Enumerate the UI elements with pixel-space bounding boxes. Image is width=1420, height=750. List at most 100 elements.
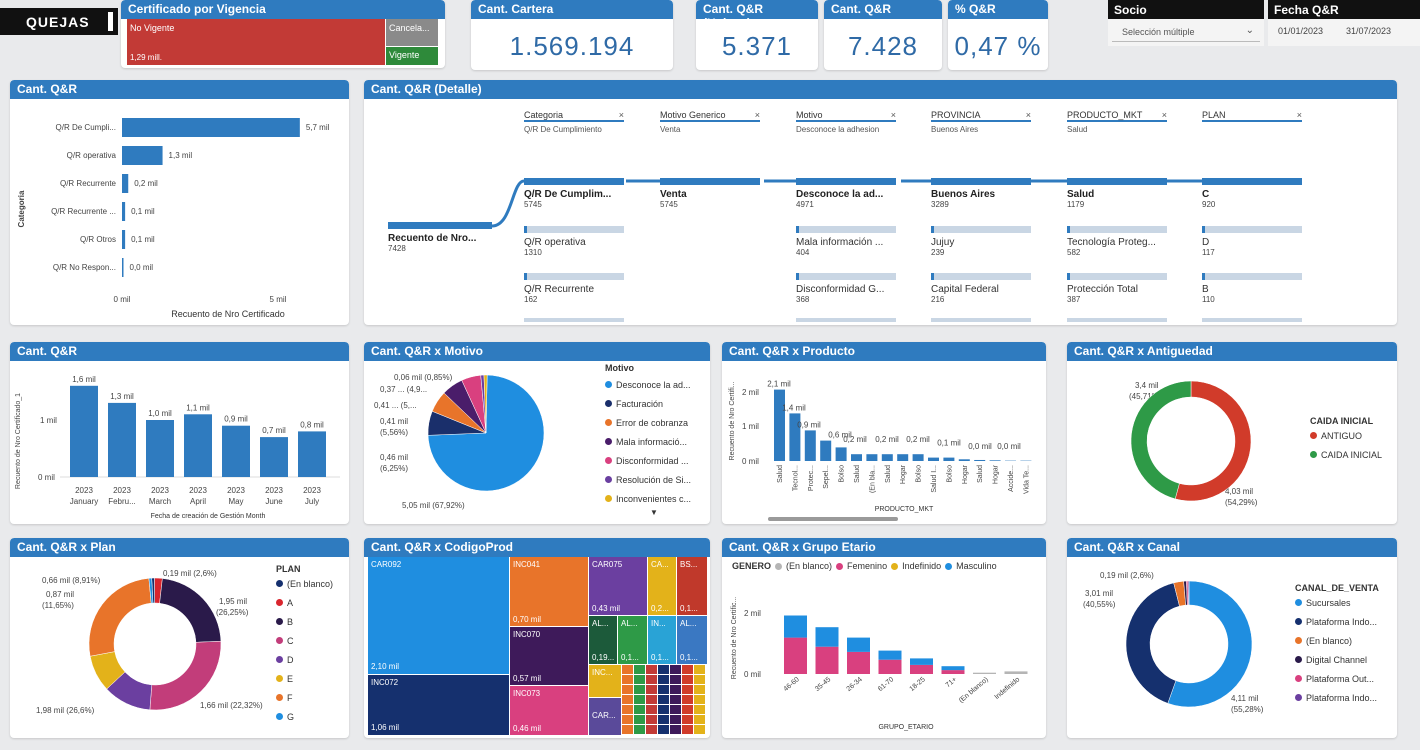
treemap-small-tile[interactable] xyxy=(670,685,681,694)
treemap-small-tile[interactable] xyxy=(622,665,633,674)
treemap-small-tile[interactable] xyxy=(646,675,657,684)
treemap-small-tile[interactable] xyxy=(634,705,645,714)
grupo-bar-segment[interactable] xyxy=(878,659,902,674)
categoria-bar[interactable] xyxy=(122,230,126,249)
fecha-to-input[interactable]: 31/07/2023 xyxy=(1346,26,1391,36)
producto-bar[interactable] xyxy=(912,454,924,461)
grupo-bar-segment[interactable] xyxy=(941,666,965,671)
grupo-bar-segment[interactable] xyxy=(784,637,807,674)
treemap-small-tile[interactable] xyxy=(658,725,669,734)
grupo-legend-item[interactable]: Femenino xyxy=(836,561,887,571)
treemap-small-tile[interactable] xyxy=(658,675,669,684)
producto-bar[interactable] xyxy=(820,440,832,461)
producto-bar[interactable] xyxy=(774,389,785,461)
motivo-legend-item[interactable]: Facturación xyxy=(605,394,705,413)
grupo-legend-item[interactable]: Masculino xyxy=(945,561,997,571)
grupo-bar-segment[interactable] xyxy=(815,646,839,674)
treemap-small-tile[interactable] xyxy=(646,725,657,734)
producto-bar[interactable] xyxy=(897,454,909,461)
tree-node[interactable]: Q/R operativa 1310 xyxy=(524,226,624,257)
plan-legend-item[interactable]: F xyxy=(276,688,348,707)
treemap-small-tile[interactable] xyxy=(682,705,693,714)
close-icon[interactable]: × xyxy=(891,110,896,120)
treemap-small-tile[interactable] xyxy=(634,725,645,734)
tree-column-header[interactable]: PLAN × xyxy=(1202,110,1304,125)
treemap-small-tile[interactable] xyxy=(634,715,645,724)
producto-bar[interactable] xyxy=(989,460,1001,461)
mensual-bar[interactable] xyxy=(298,431,326,477)
mensual-bar[interactable] xyxy=(260,437,288,477)
canal-legend-item[interactable]: (En blanco) xyxy=(1295,631,1395,650)
tree-node[interactable]: Protección Total 387 xyxy=(1067,273,1167,304)
vigencia-cancelado-tile[interactable]: Cancela... xyxy=(386,19,438,46)
grupo-bar-segment[interactable] xyxy=(910,658,933,665)
grupo-legend-item[interactable]: (En blanco) xyxy=(775,561,832,571)
motivo-legend-item[interactable]: Inconvenientes c... xyxy=(605,489,705,508)
mensual-bar[interactable] xyxy=(184,414,212,477)
treemap-small-tile[interactable] xyxy=(622,715,633,724)
treemap-small-tile[interactable] xyxy=(682,715,693,724)
treemap-tile[interactable]: AL... 0,1... xyxy=(677,616,707,664)
grupo-bar-segment[interactable] xyxy=(973,672,996,674)
tree-node[interactable]: D 117 xyxy=(1202,226,1302,257)
treemap-small-tile[interactable] xyxy=(670,725,681,734)
treemap-small-tile[interactable] xyxy=(682,675,693,684)
treemap-small-tile[interactable] xyxy=(694,715,705,724)
antiguedad-slice[interactable] xyxy=(1174,380,1252,502)
plan-slice[interactable] xyxy=(159,578,222,643)
canal-legend-item[interactable]: Plataforma Indo... xyxy=(1295,688,1395,707)
canal-legend-item[interactable]: Plataforma Indo... xyxy=(1295,612,1395,631)
motivo-legend-item[interactable]: Disconformidad ... xyxy=(605,451,705,470)
treemap-small-tile[interactable] xyxy=(646,665,657,674)
tree-root-node[interactable]: Recuento de Nro... 7428 xyxy=(388,222,492,253)
treemap-tile[interactable]: INC... xyxy=(589,665,621,697)
antiguedad-legend-item[interactable]: CAIDA INICIAL xyxy=(1310,445,1395,464)
close-icon[interactable]: × xyxy=(1026,110,1031,120)
treemap-small-tile[interactable] xyxy=(682,695,693,704)
producto-bar[interactable] xyxy=(943,457,955,461)
tree-node[interactable]: C 920 xyxy=(1202,178,1302,209)
plan-legend-item[interactable]: D xyxy=(276,650,348,669)
treemap-small-tile[interactable] xyxy=(670,705,681,714)
grupo-bar-segment[interactable] xyxy=(1004,671,1028,674)
tree-column-header[interactable]: Categoria × Q/R De Cumplimiento xyxy=(524,110,626,134)
treemap-small-tile[interactable] xyxy=(670,715,681,724)
treemap-small-tile[interactable] xyxy=(622,705,633,714)
tree-node[interactable]: B 110 xyxy=(1202,273,1302,304)
treemap-small-tile[interactable] xyxy=(622,695,633,704)
tree-node[interactable]: Tecnología Proteg... 582 xyxy=(1067,226,1167,257)
treemap-small-tile[interactable] xyxy=(682,685,693,694)
plan-slice[interactable] xyxy=(149,641,222,711)
antiguedad-legend-item[interactable]: ANTIGUO xyxy=(1310,426,1395,445)
treemap-small-tile[interactable] xyxy=(670,665,681,674)
tree-node[interactable]: Jujuy 239 xyxy=(931,226,1031,257)
tree-node[interactable]: Capital Federal 216 xyxy=(931,273,1031,304)
treemap-small-tile[interactable] xyxy=(694,665,705,674)
plan-slice[interactable] xyxy=(88,578,152,657)
tree-column-header[interactable]: Motivo Generico × Venta xyxy=(660,110,762,134)
grupo-bar-segment[interactable] xyxy=(910,664,933,674)
tree-node[interactable]: Disconformidad G... 368 xyxy=(796,273,896,304)
tree-node[interactable]: Buenos Aires 3289 xyxy=(931,178,1031,209)
producto-bar[interactable] xyxy=(881,454,893,461)
categoria-bar[interactable] xyxy=(122,146,163,165)
treemap-tile[interactable]: BS... 0,1... xyxy=(677,557,707,615)
treemap-small-tile[interactable] xyxy=(646,685,657,694)
treemap-tile[interactable]: AL... 0,19... xyxy=(589,616,617,664)
close-icon[interactable]: × xyxy=(755,110,760,120)
tree-node[interactable]: Q/R Recurrente 162 xyxy=(524,273,624,304)
motivo-legend-item[interactable]: Resolución de Si... xyxy=(605,470,705,489)
motivo-legend-item[interactable]: Mala informació... xyxy=(605,432,705,451)
close-icon[interactable]: × xyxy=(1297,110,1302,120)
grupo-bar-segment[interactable] xyxy=(784,615,807,638)
tree-column-header[interactable]: PROVINCIA × Buenos Aires xyxy=(931,110,1033,134)
treemap-small-tile[interactable] xyxy=(658,695,669,704)
treemap-small-tile[interactable] xyxy=(634,665,645,674)
grupo-bar-segment[interactable] xyxy=(847,637,870,652)
treemap-small-tile[interactable] xyxy=(646,705,657,714)
close-icon[interactable]: × xyxy=(1162,110,1167,120)
plan-legend-item[interactable]: E xyxy=(276,669,348,688)
treemap-tile[interactable]: AL... 0,1... xyxy=(618,616,647,664)
producto-bar[interactable] xyxy=(851,454,862,461)
mensual-bar[interactable] xyxy=(70,385,98,477)
